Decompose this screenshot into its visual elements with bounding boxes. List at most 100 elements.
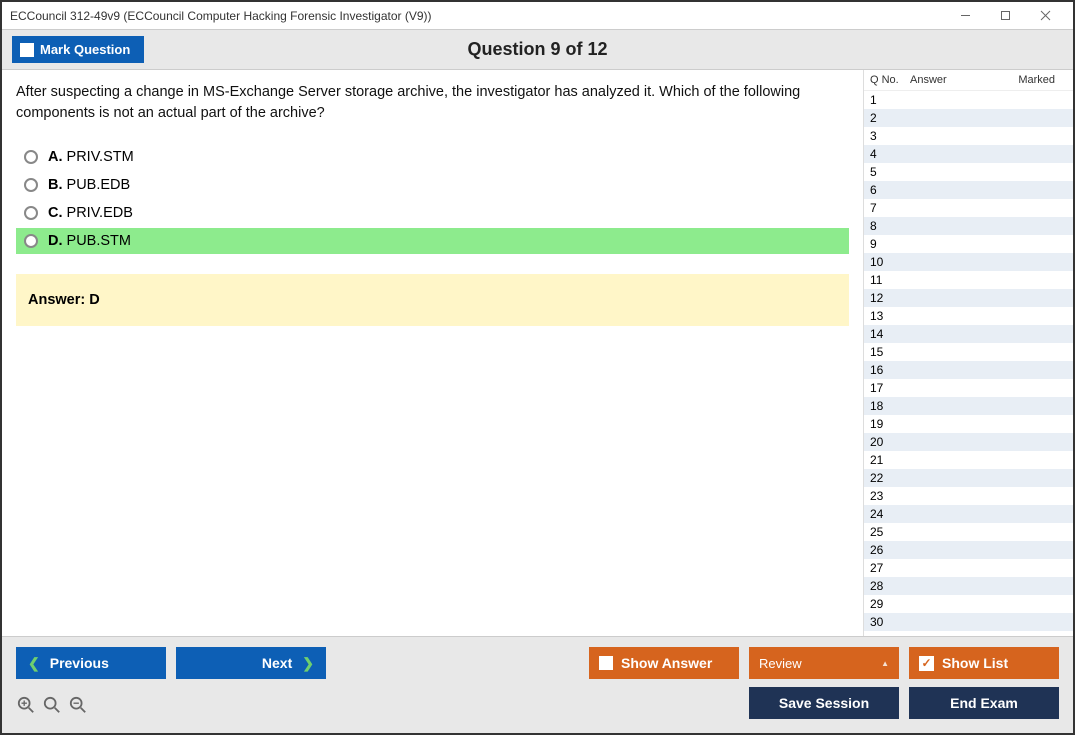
question-list-row[interactable]: 25 [864, 523, 1073, 541]
zoom-controls [16, 691, 88, 715]
row-qno: 10 [870, 254, 910, 270]
question-list-row[interactable]: 8 [864, 217, 1073, 235]
question-list-panel: Q No. Answer Marked 12345678910111213141… [863, 70, 1073, 636]
minimize-button[interactable] [945, 4, 985, 28]
radio-icon[interactable] [24, 178, 38, 192]
content-panel: After suspecting a change in MS-Exchange… [2, 70, 863, 636]
question-list-row[interactable]: 15 [864, 343, 1073, 361]
row-qno: 4 [870, 146, 910, 162]
option-row[interactable]: A. PRIV.STM [16, 144, 849, 170]
question-list-row[interactable]: 29 [864, 595, 1073, 613]
save-session-button[interactable]: Save Session [749, 687, 899, 719]
row-qno: 17 [870, 380, 910, 396]
question-list-row[interactable]: 16 [864, 361, 1073, 379]
option-text: D. PUB.STM [48, 233, 131, 249]
row-qno: 22 [870, 470, 910, 486]
row-qno: 7 [870, 200, 910, 216]
mark-question-label: Mark Question [40, 42, 130, 57]
row-qno: 1 [870, 92, 910, 108]
checkbox-checked-icon: ✓ [919, 656, 934, 671]
question-list-row[interactable]: 6 [864, 181, 1073, 199]
question-list-row[interactable]: 28 [864, 577, 1073, 595]
show-answer-button[interactable]: Show Answer [589, 647, 739, 679]
question-list-row[interactable]: 11 [864, 271, 1073, 289]
question-list-row[interactable]: 19 [864, 415, 1073, 433]
radio-icon[interactable] [24, 234, 38, 248]
question-list-row[interactable]: 27 [864, 559, 1073, 577]
maximize-button[interactable] [985, 4, 1025, 28]
button-row-2: Save Session End Exam [16, 687, 1059, 719]
option-letter: B. [48, 177, 67, 193]
button-row-1: ❮ Previous Next ❯ Show Answer Review ▲ ✓… [16, 647, 1059, 679]
close-button[interactable] [1025, 4, 1065, 28]
question-list-row[interactable]: 22 [864, 469, 1073, 487]
end-exam-button[interactable]: End Exam [909, 687, 1059, 719]
option-row[interactable]: B. PUB.EDB [16, 172, 849, 198]
question-list-row[interactable]: 4 [864, 145, 1073, 163]
option-row[interactable]: D. PUB.STM [16, 228, 849, 254]
row-qno: 16 [870, 362, 910, 378]
question-list-row[interactable]: 30 [864, 613, 1073, 631]
row-qno: 3 [870, 128, 910, 144]
row-qno: 23 [870, 488, 910, 504]
question-list-row[interactable]: 26 [864, 541, 1073, 559]
option-letter: A. [48, 149, 67, 165]
question-list[interactable]: 1234567891011121314151617181920212223242… [864, 91, 1073, 636]
row-qno: 9 [870, 236, 910, 252]
col-marked: Marked [970, 74, 1067, 86]
row-qno: 19 [870, 416, 910, 432]
row-qno: 26 [870, 542, 910, 558]
radio-icon[interactable] [24, 206, 38, 220]
question-list-row[interactable]: 12 [864, 289, 1073, 307]
row-qno: 2 [870, 110, 910, 126]
row-qno: 25 [870, 524, 910, 540]
previous-button[interactable]: ❮ Previous [16, 647, 166, 679]
row-qno: 11 [870, 272, 910, 288]
row-qno: 18 [870, 398, 910, 414]
question-list-row[interactable]: 3 [864, 127, 1073, 145]
zoom-in-icon[interactable] [16, 695, 36, 715]
option-text: C. PRIV.EDB [48, 205, 133, 221]
question-text: After suspecting a change in MS-Exchange… [16, 82, 849, 124]
row-qno: 29 [870, 596, 910, 612]
question-list-row[interactable]: 20 [864, 433, 1073, 451]
question-list-row[interactable]: 24 [864, 505, 1073, 523]
window-title: ECCouncil 312-49v9 (ECCouncil Computer H… [10, 9, 945, 23]
titlebar: ECCouncil 312-49v9 (ECCouncil Computer H… [2, 2, 1073, 30]
question-list-row[interactable]: 21 [864, 451, 1073, 469]
options-list: A. PRIV.STM B. PUB.EDB C. PRIV.EDB D. PUB.S… [16, 144, 849, 254]
row-qno: 28 [870, 578, 910, 594]
question-list-header: Q No. Answer Marked [864, 70, 1073, 91]
zoom-out-icon[interactable] [68, 695, 88, 715]
radio-icon[interactable] [24, 150, 38, 164]
bottom-bar: ❮ Previous Next ❯ Show Answer Review ▲ ✓… [2, 636, 1073, 733]
row-qno: 27 [870, 560, 910, 576]
option-text: A. PRIV.STM [48, 149, 134, 165]
row-qno: 15 [870, 344, 910, 360]
question-list-row[interactable]: 14 [864, 325, 1073, 343]
question-list-row[interactable]: 2 [864, 109, 1073, 127]
review-button[interactable]: Review ▲ [749, 647, 899, 679]
question-list-row[interactable]: 18 [864, 397, 1073, 415]
row-qno: 30 [870, 614, 910, 630]
question-list-row[interactable]: 10 [864, 253, 1073, 271]
row-qno: 5 [870, 164, 910, 180]
question-list-row[interactable]: 13 [864, 307, 1073, 325]
next-button[interactable]: Next ❯ [176, 647, 326, 679]
question-list-row[interactable]: 1 [864, 91, 1073, 109]
question-list-row[interactable]: 5 [864, 163, 1073, 181]
question-list-row[interactable]: 17 [864, 379, 1073, 397]
zoom-reset-icon[interactable] [42, 695, 62, 715]
previous-label: Previous [50, 655, 109, 671]
question-list-row[interactable]: 23 [864, 487, 1073, 505]
question-list-row[interactable]: 7 [864, 199, 1073, 217]
main-area: After suspecting a change in MS-Exchange… [2, 70, 1073, 636]
question-list-row[interactable]: 9 [864, 235, 1073, 253]
answer-box: Answer: D [16, 274, 849, 326]
show-list-button[interactable]: ✓ Show List [909, 647, 1059, 679]
mark-question-button[interactable]: Mark Question [12, 36, 144, 63]
row-qno: 8 [870, 218, 910, 234]
col-qno: Q No. [870, 74, 910, 86]
option-row[interactable]: C. PRIV.EDB [16, 200, 849, 226]
row-qno: 6 [870, 182, 910, 198]
